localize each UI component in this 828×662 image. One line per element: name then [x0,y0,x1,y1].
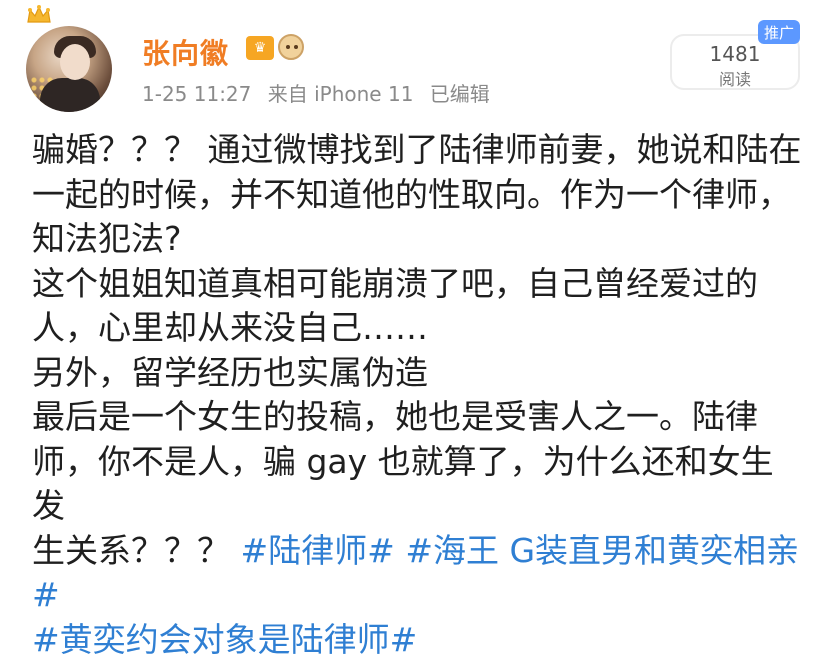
content-line: 生关系？？？ #陆律师# #海王 G装直男和黄奕相亲# [32,529,802,618]
content-line: 最后是一个女生的投稿，她也是受害人之一。陆律 [32,395,802,440]
source: 来自 iPhone 11 [268,82,414,106]
edited-label: 已编辑 [430,82,490,106]
read-count: 1481 [672,42,798,66]
crown-icon [26,4,52,26]
post-meta: 1-25 11:27 来自 iPhone 11 已编辑 [142,78,500,107]
author-name[interactable]: 张向徽 [142,32,229,72]
hashtag-link[interactable]: #黄奕约会对象是陆律师# [32,620,417,659]
content-line: 人，心里却从来没自己…… [32,306,802,351]
content-line: 知法犯法? [32,217,802,262]
content-line: #黄奕约会对象是陆律师# [32,618,802,662]
post-header: 张向徽 ♛ 1-25 11:27 来自 iPhone 11 已编辑 1481 阅… [0,0,828,120]
content-line: 另外，留学经历也实属伪造 [32,351,802,396]
read-label: 阅读 [672,66,798,90]
content-line: 一起的时候，并不知道他的性取向。作为一个律师， [32,173,802,218]
avatar-body [40,78,100,112]
content-text: 生关系？？？ [32,531,241,570]
monkey-badge-icon [278,34,304,60]
content-line: 这个姐姐知道真相可能崩溃了吧，自己曾经爱过的 [32,262,802,307]
avatar[interactable] [26,26,112,112]
hashtag-link[interactable]: #陆律师# [241,531,395,570]
post-content: 骗婚？？？ 通过微博找到了陆律师前妻，她说和陆在 一起的时候，并不知道他的性取向… [32,128,802,662]
content-line: 骗婚？？？ 通过微博找到了陆律师前妻，她说和陆在 [32,128,802,173]
timestamp: 1-25 11:27 [142,82,251,106]
content-line: 师，你不是人，骗 gay 也就算了，为什么还和女生发 [32,440,802,529]
avatar-face [60,44,90,80]
vip-badge-icon: ♛ [246,36,274,60]
promo-tag[interactable]: 推广 [758,20,800,44]
